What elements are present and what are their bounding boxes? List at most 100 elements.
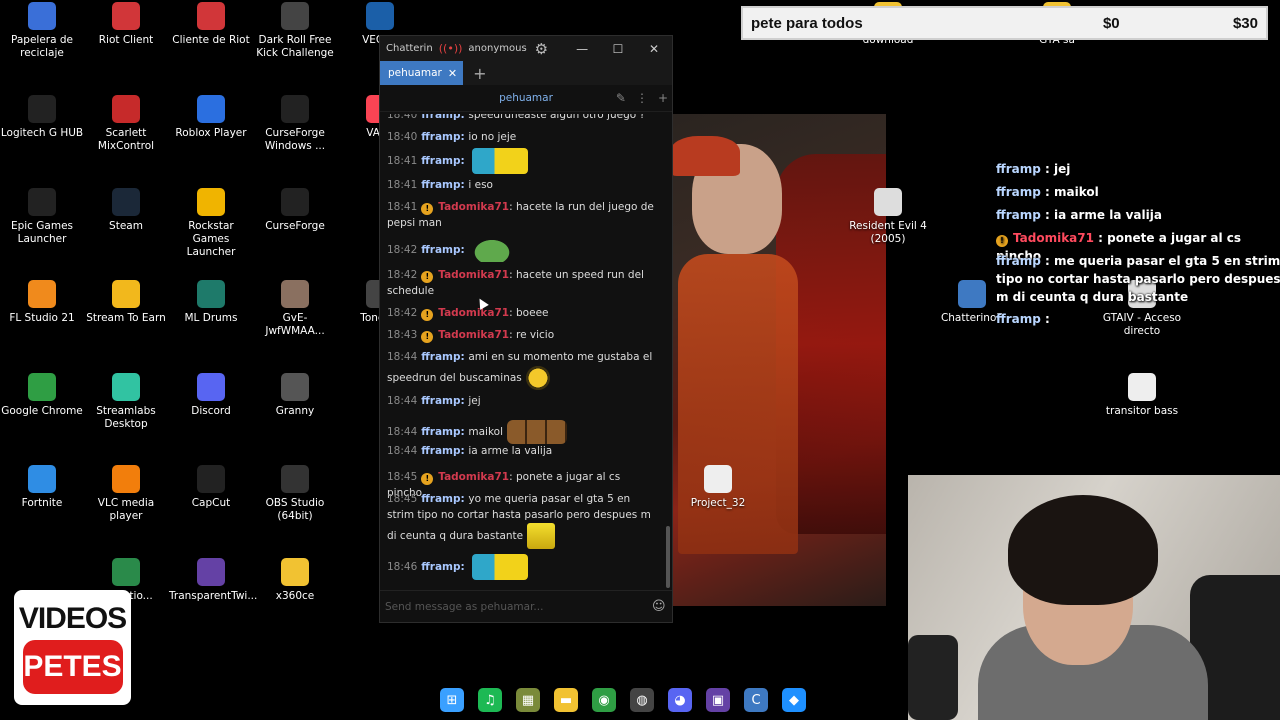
desktop-icon[interactable]: CapCut [169,465,253,510]
desktop-icon[interactable]: Fortnite [0,465,84,510]
chat-message[interactable]: 18:44 fframp: jej [387,394,657,410]
chat-message[interactable]: 18:42 fframp: [387,238,657,262]
message-username[interactable]: Tadomika71 [438,201,509,213]
message-username[interactable]: fframp [421,179,460,191]
message-username[interactable]: fframp [421,426,460,438]
chat-message[interactable]: 18:42! Tadomika71: boeee [387,306,657,322]
message-username[interactable]: fframp [421,395,460,407]
message-list[interactable]: 18:40 fframp: speedruneaste algun otro ju… [380,114,668,590]
emote-image[interactable] [507,420,567,444]
close-tab-icon[interactable]: ✕ [448,67,457,80]
chrome-icon[interactable]: ◉ [592,688,616,712]
message-username[interactable]: fframp [421,351,460,363]
chat-message[interactable]: 18:44 fframp: maikol [387,420,657,444]
desktop-icon[interactable]: Roblox Player [169,95,253,140]
message-username[interactable]: fframp [421,155,460,167]
riot-icon [112,2,140,30]
channel-name[interactable]: pehuamar [499,92,553,104]
desktop-icon[interactable]: VLC media player [84,465,168,523]
message-username[interactable]: fframp [421,493,460,505]
scrollbar[interactable] [666,526,670,588]
desktop-icon-label: Granny [275,405,315,417]
message-username[interactable]: fframp [421,114,460,121]
desktop-icon[interactable]: OBS Studio (64bit) [253,465,337,523]
chat-message[interactable]: 18:40 fframp: speedruneaste algun otro ju… [387,114,657,124]
desktop-icon[interactable]: x360ce [253,558,337,603]
desktop-icon[interactable]: Stream To Earn [84,280,168,325]
desktop-icon[interactable]: transitor bass [1100,373,1184,418]
desktop-icon[interactable]: FL Studio 21 [0,280,84,325]
desktop-icon[interactable]: Rockstar Games Launcher [169,188,253,259]
desktop-icon[interactable]: Epic Games Launcher [0,188,84,246]
desktop-icon[interactable]: CurseForge Windows ... [253,95,337,153]
desktop-icon[interactable]: Logitech G HUB [0,95,84,140]
chat-message[interactable]: 18:44 fframp: ami en su momento me gustab… [387,350,657,390]
chatterino-icon[interactable]: C [744,688,768,712]
message-username[interactable]: Tadomika71 [438,307,509,319]
chat-message[interactable]: 18:41! Tadomika71: hacete la run del jueg… [387,200,657,231]
emote-picker-icon[interactable]: ☺ [652,599,672,614]
discord-icon[interactable]: ◕ [668,688,692,712]
message-username[interactable]: fframp [421,244,460,256]
emote-image[interactable] [472,148,529,174]
chrome-icon [28,373,56,401]
message-username[interactable]: fframp [421,131,460,143]
chat-message[interactable]: 18:41 fframp: i eso [387,178,657,194]
chat-message[interactable]: 18:42! Tadomika71: hacete un speed run de… [387,268,657,299]
desktop-icon[interactable]: Papelera de reciclaje [0,2,84,60]
title-bar[interactable]: Chatterino ((•)) anonymous ⚙ — ☐ ✕ [380,36,672,61]
game-icon[interactable]: ▦ [516,688,540,712]
desktop-icon[interactable]: TransparentTwi... [169,558,257,603]
chat-message[interactable]: 18:44 fframp: ia arme la valija [387,444,657,460]
message-timestamp: 18:43 [387,329,418,341]
message-input[interactable] [385,600,652,613]
maximize-button[interactable]: ☐ [600,42,636,56]
desktop-icon[interactable]: Granny [253,373,337,418]
message-username[interactable]: fframp [421,561,460,573]
desktop-icon[interactable]: Streamlabs Desktop [84,373,168,431]
desktop-icon[interactable]: Steam [84,188,168,233]
moderation-icon[interactable]: ✎ [616,91,626,105]
desktop-icon[interactable]: Dark Roll Free Kick Challenge [253,2,337,60]
desktop-icon[interactable]: Scarlett MixControl [84,95,168,153]
file-explorer-icon[interactable]: ▬ [554,688,578,712]
desktop-icon[interactable]: Riot Client [84,2,168,47]
desktop-icon[interactable]: Discord [169,373,253,418]
twitch-icon[interactable]: ▣ [706,688,730,712]
more-options-icon[interactable]: ⋮ [636,91,648,105]
add-split-icon[interactable]: + [658,91,668,105]
desktop-icon[interactable]: Resident Evil 4 (2005) [846,188,930,246]
account-switcher[interactable]: anonymous [468,43,526,54]
app-icon[interactable]: ◆ [782,688,806,712]
emote-image[interactable] [472,554,529,580]
obs-icon[interactable]: ◍ [630,688,654,712]
emote-image[interactable] [525,365,550,390]
chat-message[interactable]: 18:45 fframp: yo me queria pasar el gta 5… [387,492,657,549]
energy-drink-can [908,635,958,720]
chat-message[interactable]: 18:46 fframp: [387,554,657,580]
desktop-icon[interactable]: CurseForge [253,188,337,233]
spotify-icon[interactable]: ♫ [478,688,502,712]
tab-pehuamar[interactable]: pehuamar ✕ [380,61,464,85]
close-button[interactable]: ✕ [636,42,672,56]
add-tab-button[interactable]: + [473,64,486,83]
message-username[interactable]: Tadomika71 [438,269,509,281]
desktop-icon[interactable]: GvE-JwfWMAA... [253,280,337,338]
desktop-icon[interactable]: Google Chrome [0,373,84,418]
message-username[interactable]: Tadomika71 [438,329,509,341]
desktop-icon[interactable]: Project_32 [676,465,760,510]
emote-image[interactable] [527,523,556,549]
streamlabs-icon [112,373,140,401]
message-username[interactable]: fframp [421,445,460,457]
message-username[interactable]: Tadomika71 [438,471,509,483]
emote-image[interactable] [472,238,513,262]
windows-start-icon[interactable]: ⊞ [440,688,464,712]
desktop-icon[interactable]: ML Drums [169,280,253,325]
desktop-icon-label: Roblox Player [175,127,247,139]
minimize-button[interactable]: — [564,42,600,56]
chat-message[interactable]: 18:41 fframp: [387,148,657,174]
chat-message[interactable]: 18:43! Tadomika71: re vicio [387,328,657,344]
desktop-icon[interactable]: Cliente de Riot [169,2,253,47]
chat-message[interactable]: 18:40 fframp: io no jeje [387,130,657,146]
gear-icon[interactable]: ⚙ [535,40,548,58]
